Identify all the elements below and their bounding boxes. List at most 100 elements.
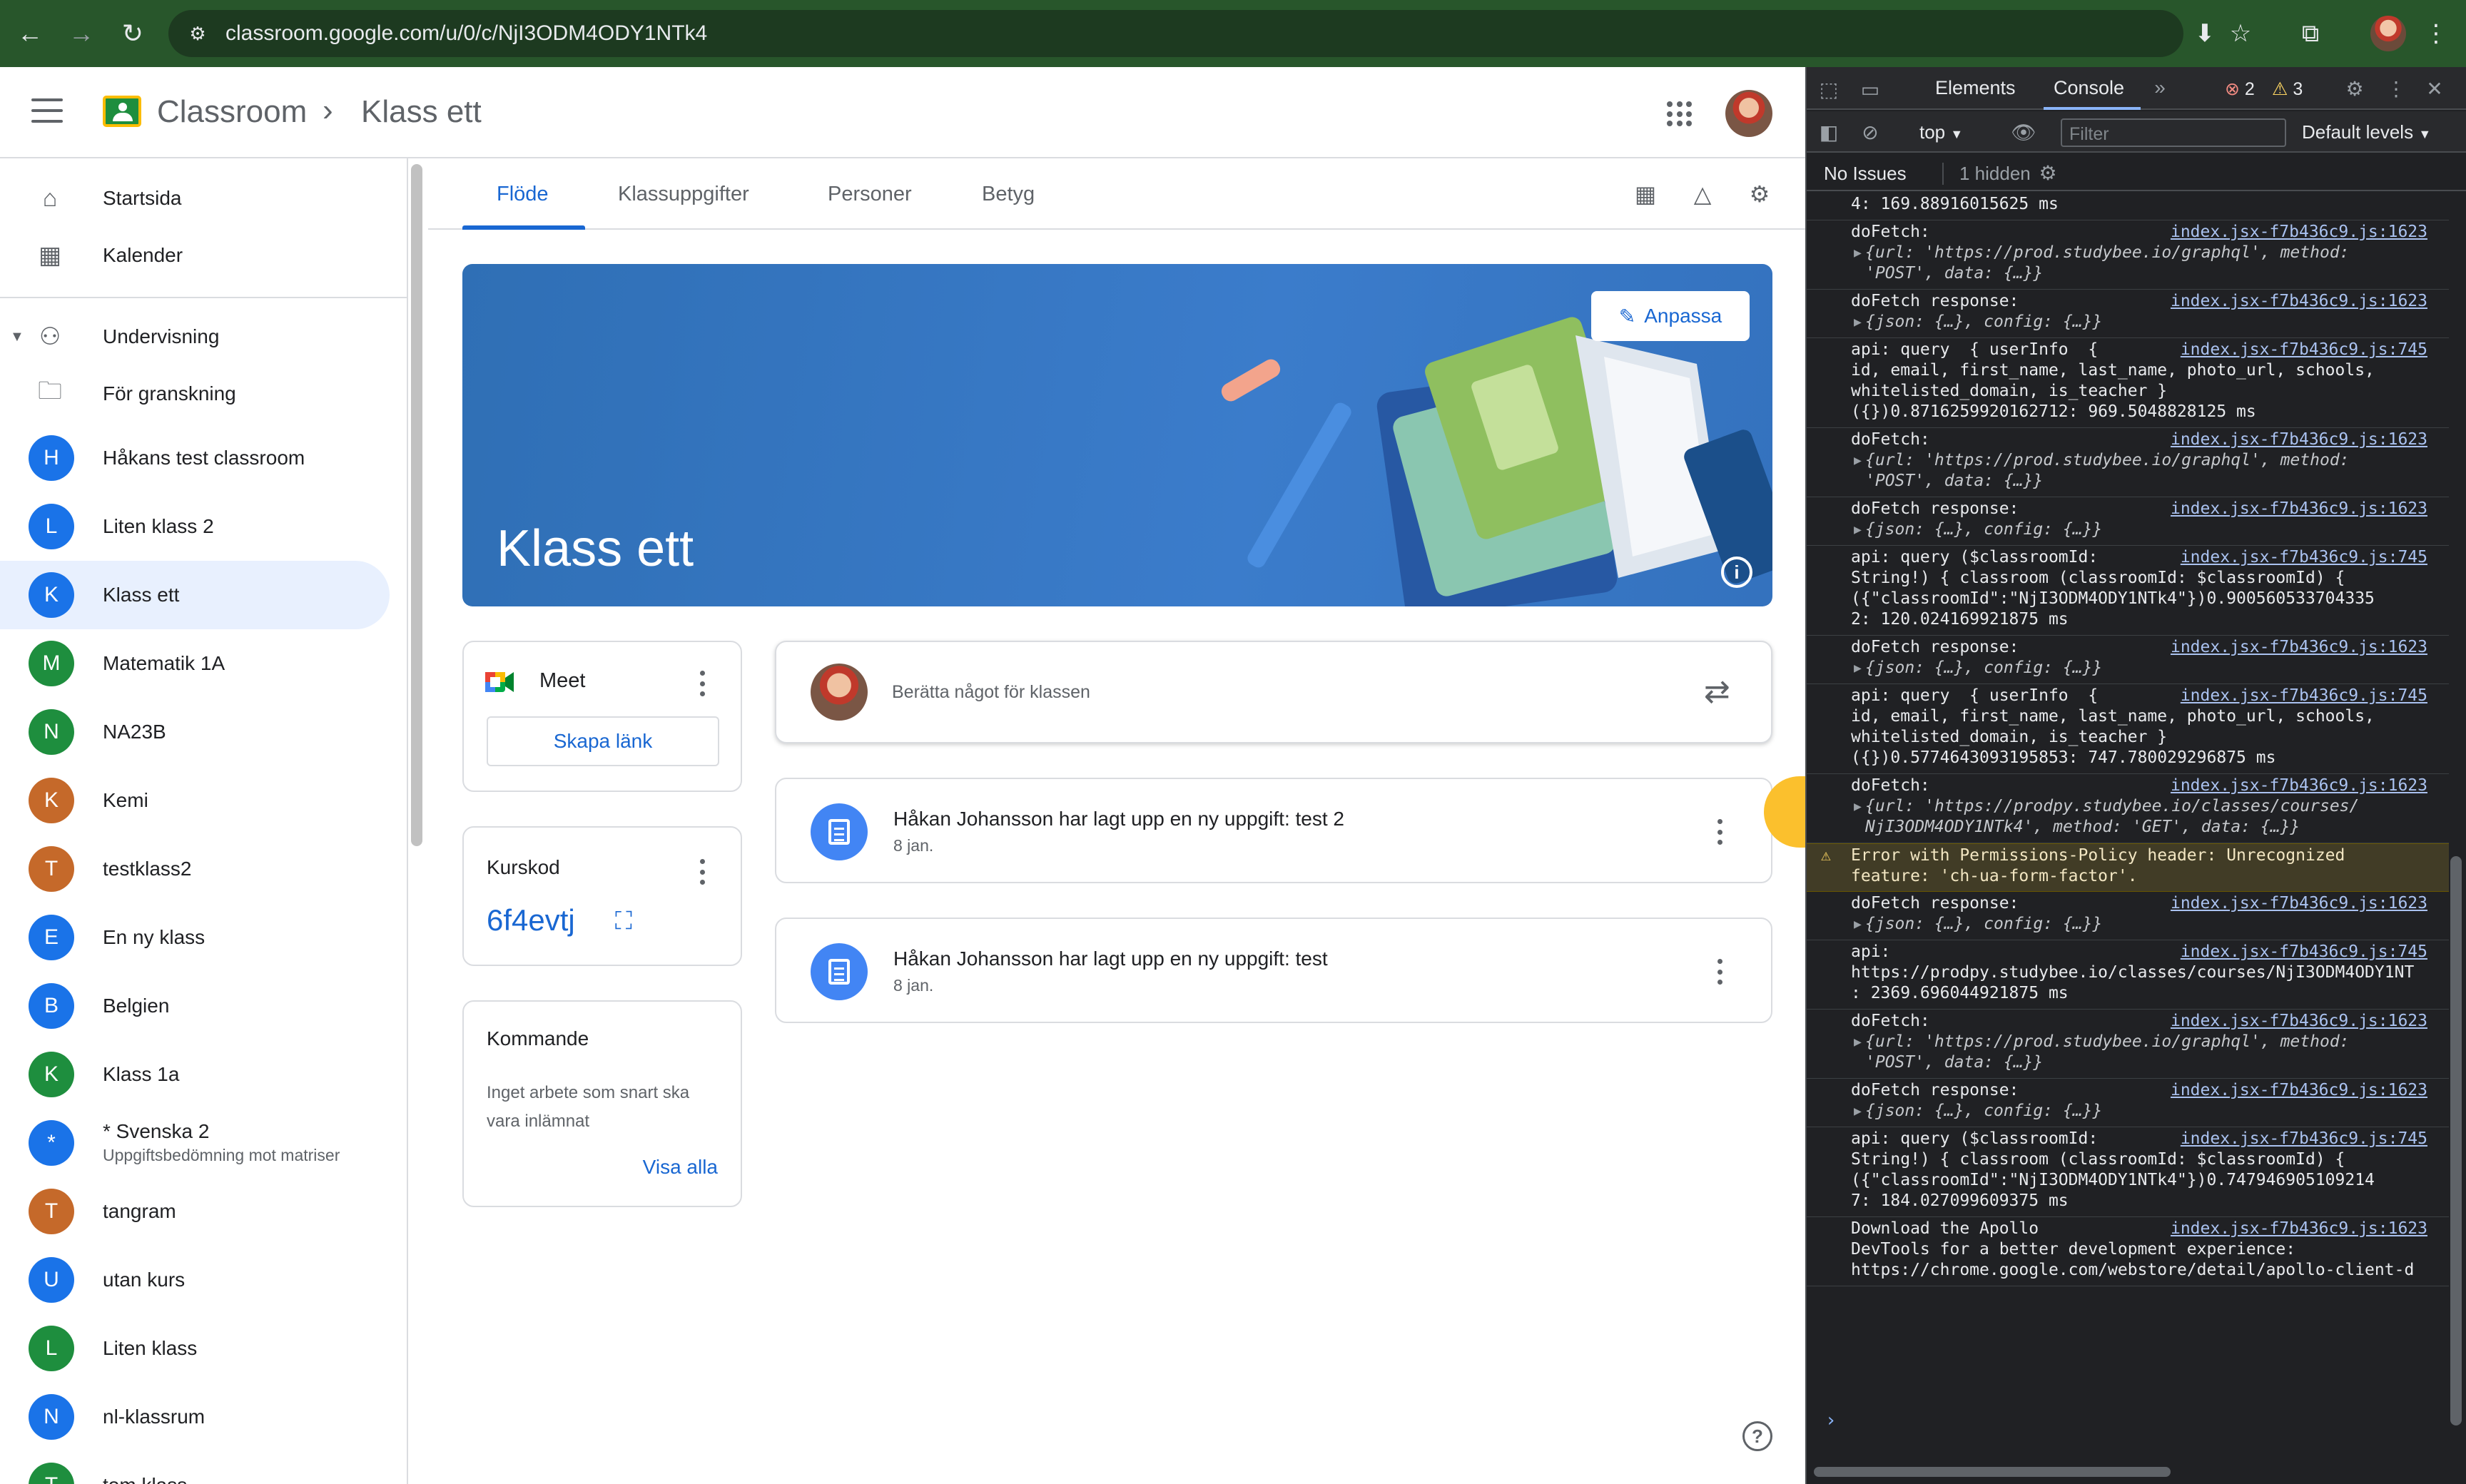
expand-triangle-icon[interactable]: ▶: [1854, 450, 1862, 471]
repost-icon[interactable]: ⇄: [1704, 674, 1730, 710]
sidebar-item-calendar[interactable]: ▦ Kalender: [0, 221, 390, 290]
compose-card[interactable]: Berätta något för klassen ⇄: [775, 641, 1772, 743]
back-icon[interactable]: ←: [9, 12, 51, 55]
sidebar-item-class[interactable]: L Liten klass 2: [0, 492, 390, 561]
device-toolbar-icon[interactable]: ▭: [1858, 77, 1882, 101]
avatar[interactable]: [2370, 16, 2406, 51]
sidebar-item-class[interactable]: Ttangram: [0, 1177, 390, 1246]
sidebar-item-class[interactable]: N NA23B: [0, 698, 390, 766]
log-source-link[interactable]: index.jsx-f7b436c9.js:745: [2181, 942, 2427, 962]
no-issues-label[interactable]: No Issues: [1824, 163, 1907, 185]
expand-triangle-icon[interactable]: ▶: [1854, 1032, 1862, 1052]
expand-triangle-icon[interactable]: ▶: [1854, 312, 1862, 332]
tab-grades[interactable]: Betyg: [982, 183, 1035, 206]
log-object[interactable]: {url: 'https://prodpy.studybee.io/classe…: [1851, 796, 2439, 838]
help-icon[interactable]: ?: [1742, 1421, 1772, 1451]
avatar[interactable]: [1725, 90, 1772, 137]
log-source-link[interactable]: index.jsx-f7b436c9.js:1623: [2171, 1011, 2427, 1032]
console-hscrollbar[interactable]: [1814, 1467, 2171, 1477]
warning-count[interactable]: ⚠ 3: [2272, 78, 2303, 100]
expand-triangle-icon[interactable]: ▶: [1854, 1101, 1862, 1122]
drive-icon[interactable]: △: [1687, 178, 1718, 210]
log-source-link[interactable]: index.jsx-f7b436c9.js:1623: [2171, 499, 2427, 519]
levels-dropdown[interactable]: Default levels ▼: [2302, 121, 2431, 143]
sidebar-item-class[interactable]: Ttestklass2: [0, 835, 390, 903]
log-source-link[interactable]: index.jsx-f7b436c9.js:745: [2181, 686, 2427, 706]
more-vert-icon[interactable]: [699, 671, 705, 696]
console-scrollbar[interactable]: [2450, 856, 2462, 1425]
tune-icon[interactable]: ⚙: [184, 20, 211, 47]
reload-icon[interactable]: ↻: [111, 12, 154, 55]
sidebar-item-class[interactable]: B Belgien: [0, 972, 390, 1040]
log-object[interactable]: {json: {…}, config: {…}}: [1851, 519, 2439, 540]
more-tabs-icon[interactable]: »: [2148, 76, 2172, 100]
log-source-link[interactable]: index.jsx-f7b436c9.js:745: [2181, 1129, 2427, 1149]
caret-down-icon[interactable]: ▼: [10, 329, 24, 345]
sidebar-item-class[interactable]: L Liten klass: [0, 1314, 390, 1383]
course-code-value[interactable]: 6f4evtj: [487, 903, 575, 937]
sidebar-item-class[interactable]: M Matematik 1A: [0, 629, 390, 698]
log-source-link[interactable]: index.jsx-f7b436c9.js:1623: [2171, 291, 2427, 312]
sidebar-item-class[interactable]: Uutan kurs: [0, 1246, 390, 1314]
console-prompt[interactable]: ›: [1825, 1410, 1837, 1431]
context-selector[interactable]: top ▼: [1919, 121, 1963, 143]
sidebar-item-class[interactable]: H Håkans test classroom: [0, 424, 390, 492]
apps-grid-icon[interactable]: [1667, 101, 1693, 127]
compose-placeholder[interactable]: Berätta något för klassen: [892, 682, 1090, 703]
sidebar-item-class[interactable]: * * Svenska 2 Uppgiftsbedömning mot matris…: [0, 1109, 390, 1177]
gear-icon[interactable]: ⚙: [2035, 160, 2061, 186]
log-source-link[interactable]: index.jsx-f7b436c9.js:1623: [2171, 1080, 2427, 1101]
log-source-link[interactable]: index.jsx-f7b436c9.js:1623: [2171, 637, 2427, 658]
sidebar-toggle-icon[interactable]: ◧: [1817, 120, 1841, 144]
filter-input[interactable]: Filter: [2061, 118, 2286, 147]
log-source-link[interactable]: index.jsx-f7b436c9.js:1623: [2171, 430, 2427, 450]
menu-icon[interactable]: [31, 98, 63, 123]
address-bar[interactable]: ⚙ classroom.google.com/u/0/c/NjI3ODM4ODY…: [168, 10, 2183, 57]
more-vert-icon[interactable]: ⋮: [2386, 76, 2406, 101]
log-object[interactable]: {json: {…}, config: {…}}: [1851, 312, 2439, 332]
more-icon[interactable]: ⋮: [2415, 12, 2457, 55]
tab-console[interactable]: Console: [2054, 77, 2124, 99]
eye-icon[interactable]: 👁: [2008, 120, 2039, 144]
fullscreen-icon[interactable]: ⛶: [615, 908, 632, 935]
sidebar-item-review[interactable]: 🗀 För granskning: [0, 360, 390, 428]
log-object[interactable]: {url: 'https://prod.studybee.io/graphql'…: [1851, 1032, 2439, 1073]
sidebar-item-class[interactable]: K Klass 1a: [0, 1040, 390, 1109]
close-icon[interactable]: ✕: [2422, 76, 2447, 101]
error-count[interactable]: ⊗ 2: [2225, 78, 2255, 100]
tab-elements[interactable]: Elements: [1935, 77, 2016, 99]
brand-name[interactable]: Classroom: [157, 94, 307, 130]
expand-triangle-icon[interactable]: ▶: [1854, 243, 1862, 263]
expand-triangle-icon[interactable]: ▶: [1854, 519, 1862, 540]
view-all-link[interactable]: Visa alla: [643, 1156, 718, 1179]
sidebar-item-class[interactable]: Nnl-klassrum: [0, 1383, 390, 1451]
log-source-link[interactable]: index.jsx-f7b436c9.js:745: [2181, 547, 2427, 568]
log-source-link[interactable]: index.jsx-f7b436c9.js:1623: [2171, 1219, 2427, 1239]
star-icon[interactable]: ☆: [2219, 12, 2262, 55]
post-title[interactable]: Håkan Johansson har lagt upp en ny uppgi…: [893, 947, 1328, 970]
sidebar-item-class[interactable]: K Klass ett: [0, 561, 390, 629]
customize-button[interactable]: ✎ Anpassa: [1591, 291, 1750, 341]
forward-icon[interactable]: →: [60, 12, 103, 55]
more-vert-icon[interactable]: [699, 859, 705, 885]
log-object[interactable]: {url: 'https://prod.studybee.io/graphql'…: [1851, 450, 2439, 492]
stream-post[interactable]: Håkan Johansson har lagt upp en ny uppgi…: [775, 778, 1772, 883]
gear-icon[interactable]: ⚙: [1744, 178, 1775, 210]
extensions-icon[interactable]: ⧉: [2289, 12, 2332, 55]
tab-stream[interactable]: Flöde: [497, 183, 549, 206]
sidebar-item-class[interactable]: Ttom klass: [0, 1451, 390, 1484]
sidebar-scrollbar[interactable]: [411, 164, 422, 846]
log-source-link[interactable]: index.jsx-f7b436c9.js:745: [2181, 340, 2427, 360]
create-link-button[interactable]: Skapa länk: [487, 716, 719, 766]
log-object[interactable]: {json: {…}, config: {…}}: [1851, 914, 2439, 935]
post-title[interactable]: Håkan Johansson har lagt upp en ny uppgi…: [893, 808, 1344, 830]
more-vert-icon[interactable]: [1717, 819, 1722, 845]
expand-triangle-icon[interactable]: ▶: [1854, 658, 1862, 679]
stream-post[interactable]: Håkan Johansson har lagt upp en ny uppgi…: [775, 918, 1772, 1023]
tab-people[interactable]: Personer: [828, 183, 912, 206]
info-icon[interactable]: i: [1721, 556, 1752, 588]
tab-classwork[interactable]: Klassuppgifter: [618, 183, 749, 206]
log-object[interactable]: {json: {…}, config: {…}}: [1851, 1101, 2439, 1122]
clear-console-icon[interactable]: ⊘: [1858, 120, 1882, 144]
expand-triangle-icon[interactable]: ▶: [1854, 914, 1862, 935]
